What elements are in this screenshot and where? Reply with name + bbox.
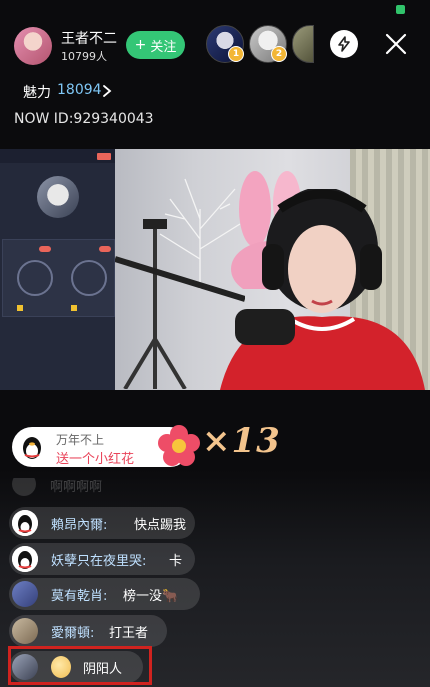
follow-label: 关注	[150, 39, 177, 55]
chat-message[interactable]: 莫有乾肖: 榜一没🐂	[9, 578, 200, 610]
charm-label: 魅力	[23, 85, 51, 101]
qq-penguin-icon	[12, 546, 38, 572]
chat-message[interactable]: 愛爾頓: 打王者	[9, 615, 167, 647]
close-icon[interactable]	[384, 32, 408, 56]
dial	[17, 260, 53, 296]
chat-text: 打王者	[109, 626, 149, 641]
screen-share-thumbnail	[0, 149, 115, 390]
streamer	[220, 189, 425, 390]
chat-username[interactable]: 妖孽只在夜里哭:	[51, 550, 146, 569]
plus-icon: +	[134, 37, 147, 53]
camera-feed	[115, 149, 430, 390]
chat-message[interactable]: 妖孽只在夜里哭: 卡	[9, 543, 195, 575]
dial	[71, 260, 107, 296]
chip	[71, 305, 77, 311]
faded-chat-row: 啊啊啊啊	[10, 478, 130, 498]
qq-penguin-icon	[23, 437, 41, 459]
flash-button[interactable]	[330, 30, 358, 58]
chat-text: 卡	[169, 554, 183, 569]
status-indicator	[396, 5, 405, 14]
chat-username[interactable]: 賴昂內爾:	[51, 514, 107, 533]
viewer-count: 10799人	[61, 50, 107, 63]
screen-share-avatar	[37, 176, 79, 218]
chat-text: 榜一没🐂	[123, 589, 179, 604]
toggle-switch	[99, 246, 111, 252]
screen-share-button	[97, 153, 111, 160]
flash-icon	[338, 36, 350, 52]
chat-message[interactable]: 賴昂內爾: 快点踢我	[9, 507, 195, 539]
chat-username[interactable]: 愛爾頓:	[51, 622, 94, 641]
rank-badge: 1	[228, 46, 244, 62]
toggle-switch	[39, 246, 51, 252]
avatar	[12, 478, 36, 496]
screen-share-panel	[2, 239, 115, 317]
chip	[17, 305, 23, 311]
gift-sender: 万年不上	[56, 433, 105, 447]
top-viewer-avatar[interactable]	[292, 25, 314, 63]
qq-penguin-icon	[12, 510, 38, 536]
flower-icon	[158, 425, 200, 466]
avatar	[12, 618, 38, 644]
chat-username[interactable]: 莫有乾肖:	[51, 585, 107, 604]
faded-chat-text: 啊啊啊啊	[50, 480, 103, 495]
chevron-right-icon[interactable]	[101, 84, 113, 98]
avatar	[12, 581, 38, 607]
now-id: NOW ID:929340043	[14, 111, 154, 127]
host-name[interactable]: 王者不二	[61, 28, 117, 48]
rank-badge: 2	[271, 46, 287, 62]
chat-text: 快点踢我	[134, 518, 187, 533]
follow-button[interactable]: + 关注	[126, 31, 185, 59]
live-room: 王者不二 10799人 + 关注 1 2 魅力 18094 NOW ID:929…	[0, 0, 430, 687]
gift-message: 送一个小红花	[56, 452, 135, 467]
gift-count: ×13	[202, 421, 281, 461]
highlight-box	[8, 646, 152, 685]
charm-value[interactable]: 18094	[57, 82, 102, 98]
host-avatar[interactable]	[14, 27, 52, 65]
live-video[interactable]	[0, 149, 430, 390]
